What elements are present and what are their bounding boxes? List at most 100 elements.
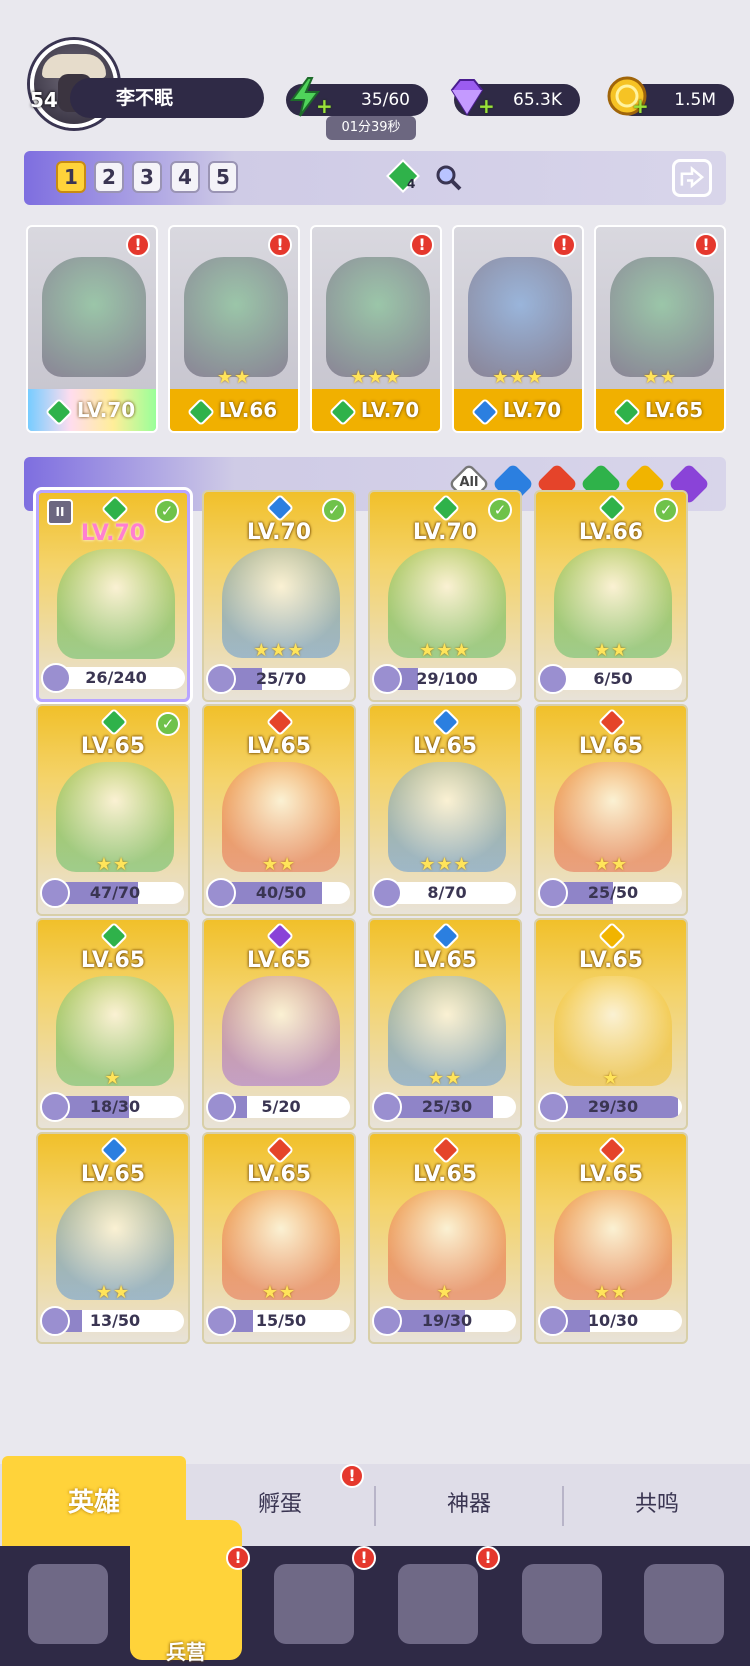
element-icon bbox=[44, 397, 73, 426]
team-member-card[interactable]: ! ★★ LV.66 bbox=[168, 225, 300, 433]
upgrade-alert-icon: ! bbox=[126, 233, 150, 257]
hero-card[interactable]: LV.65 ★ 18/30 bbox=[36, 918, 190, 1130]
team-tab-1[interactable]: 1 bbox=[56, 161, 86, 193]
team-member-level: LV.65 bbox=[596, 389, 724, 431]
nav-banner-icon[interactable] bbox=[644, 1564, 724, 1644]
hero-card[interactable]: LV.65 ★★ 10/30 bbox=[534, 1132, 688, 1344]
hero-card[interactable]: LV.65 ★★ 25/50 bbox=[534, 704, 688, 916]
hero-card[interactable]: ✓ LV.66 ★★ 6/50 bbox=[534, 490, 688, 702]
nature-element-icon bbox=[386, 159, 420, 193]
hero-card[interactable]: LV.65 ★★★ 8/70 bbox=[368, 704, 522, 916]
tab-artifacts[interactable]: 神器 bbox=[376, 1464, 562, 1546]
hatch-alert-icon: ! bbox=[340, 1464, 364, 1488]
nav-castle-icon[interactable] bbox=[398, 1564, 478, 1644]
element-icon bbox=[470, 397, 499, 426]
player-level: 54 bbox=[30, 88, 58, 112]
upgrade-alert-icon: ! bbox=[552, 233, 576, 257]
in-team-check-icon: ✓ bbox=[155, 499, 179, 523]
star-rating: ★★★ bbox=[253, 640, 305, 661]
gem-value: 65.3K bbox=[513, 90, 562, 110]
search-icon[interactable] bbox=[434, 163, 464, 193]
shard-icon bbox=[206, 878, 236, 908]
hero-card[interactable]: LV.65 ★★ 25/30 bbox=[368, 918, 522, 1130]
barracks-alert-icon: ! bbox=[226, 1546, 250, 1570]
team-member-card[interactable]: ! ★★★ LV.70 bbox=[310, 225, 442, 433]
hero-portrait bbox=[468, 257, 572, 377]
upgrade-alert-icon: ! bbox=[268, 233, 292, 257]
hero-card[interactable]: LV.65 ★★ 13/50 bbox=[36, 1132, 190, 1344]
shard-icon bbox=[40, 1092, 70, 1122]
shard-icon bbox=[206, 1092, 236, 1122]
hero-level: LV.65 bbox=[80, 734, 146, 759]
element-icon bbox=[265, 1135, 295, 1165]
hero-card[interactable]: LV.65 ★★ 40/50 bbox=[202, 704, 356, 916]
element-icon bbox=[597, 493, 627, 523]
hero-card[interactable]: II ✓ LV.70 26/240 bbox=[36, 490, 190, 702]
team-tab-2[interactable]: 2 bbox=[94, 161, 124, 193]
shard-icon bbox=[538, 1092, 568, 1122]
shard-icon bbox=[538, 664, 568, 694]
hero-portrait bbox=[222, 976, 340, 1086]
energy-value: 35/60 bbox=[361, 90, 410, 110]
team-member-card[interactable]: ! ★★ LV.65 bbox=[594, 225, 726, 433]
star-rating: ★★★ bbox=[419, 640, 471, 661]
element-icon bbox=[265, 493, 295, 523]
element-icon bbox=[597, 707, 627, 737]
nav-map-icon[interactable] bbox=[274, 1564, 354, 1644]
hero-level: LV.65 bbox=[412, 1162, 478, 1187]
level-text: LV.66 bbox=[218, 398, 278, 422]
hero-portrait bbox=[57, 549, 175, 659]
in-team-check-icon: ✓ bbox=[156, 712, 180, 736]
hero-card[interactable]: ✓ LV.70 ★★★ 25/70 bbox=[202, 490, 356, 702]
nav-cards-icon[interactable] bbox=[28, 1564, 108, 1644]
team-member-level: LV.66 bbox=[170, 389, 298, 431]
hero-card[interactable]: LV.65 5/20 bbox=[202, 918, 356, 1130]
element-icon bbox=[597, 1135, 627, 1165]
element-icon bbox=[186, 397, 215, 426]
team-member-card[interactable]: ! LV.70 bbox=[26, 225, 158, 433]
star-rating: ★★ bbox=[95, 1282, 131, 1303]
star-rating: ★★ bbox=[593, 640, 629, 661]
hero-level: LV.65 bbox=[578, 948, 644, 973]
star-rating: ★ bbox=[602, 1068, 620, 1089]
element-icon bbox=[431, 1135, 461, 1165]
hero-card[interactable]: LV.65 ★ 19/30 bbox=[368, 1132, 522, 1344]
star-rating: ★ bbox=[436, 1282, 454, 1303]
element-icon bbox=[100, 494, 130, 524]
add-gems-icon[interactable]: + bbox=[478, 96, 495, 116]
in-team-check-icon: ✓ bbox=[654, 498, 678, 522]
shard-icon bbox=[40, 878, 70, 908]
team-tab-3[interactable]: 3 bbox=[132, 161, 162, 193]
hero-card[interactable]: ✓ LV.65 ★★ 47/70 bbox=[36, 704, 190, 916]
hero-card[interactable]: ✓ LV.70 ★★★ 29/100 bbox=[368, 490, 522, 702]
star-rating: ★★ bbox=[261, 1282, 297, 1303]
element-icon bbox=[431, 707, 461, 737]
hero-level: LV.65 bbox=[412, 734, 478, 759]
team-tab-5[interactable]: 5 bbox=[208, 161, 238, 193]
hero-portrait bbox=[184, 257, 288, 377]
add-gold-icon[interactable]: + bbox=[632, 96, 649, 116]
filter-all-label: All bbox=[459, 475, 479, 490]
shard-icon bbox=[372, 1306, 402, 1336]
share-icon[interactable] bbox=[672, 159, 712, 197]
player-name-pill[interactable]: 李不眠 bbox=[70, 78, 264, 118]
hero-card[interactable]: LV.65 ★★ 15/50 bbox=[202, 1132, 356, 1344]
tab-resonance[interactable]: 共鸣 bbox=[564, 1464, 750, 1546]
add-energy-icon[interactable]: + bbox=[316, 96, 333, 116]
star-rating: ★★ bbox=[261, 854, 297, 875]
hero-card[interactable]: LV.65 ★ 29/30 bbox=[534, 918, 688, 1130]
team-member-card[interactable]: ! ★★★ LV.70 bbox=[452, 225, 584, 433]
star-rating: ★★ bbox=[593, 1282, 629, 1303]
hero-level: LV.65 bbox=[246, 948, 312, 973]
element-icon bbox=[99, 707, 129, 737]
shard-icon bbox=[206, 1306, 236, 1336]
element-icon bbox=[612, 397, 641, 426]
in-team-check-icon: ✓ bbox=[488, 498, 512, 522]
element-icon bbox=[597, 921, 627, 951]
upgrade-alert-icon: ! bbox=[694, 233, 718, 257]
upgrade-alert-icon: ! bbox=[410, 233, 434, 257]
energy-timer: 01分39秒 bbox=[326, 116, 416, 140]
hero-level: LV.65 bbox=[578, 1162, 644, 1187]
team-tab-4[interactable]: 4 bbox=[170, 161, 200, 193]
nav-mushroom-icon[interactable] bbox=[522, 1564, 602, 1644]
